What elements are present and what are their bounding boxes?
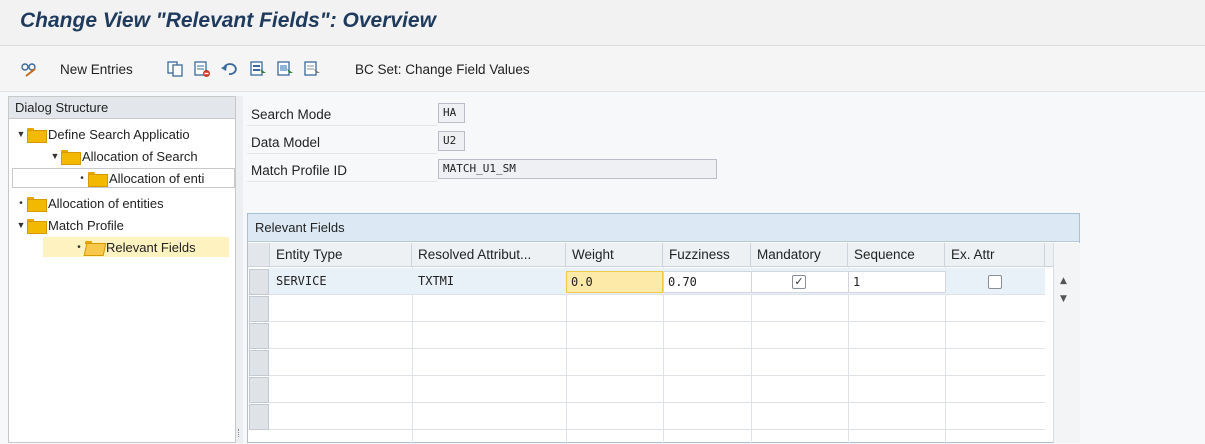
table-row: [269, 349, 1045, 376]
bc-set-label: BC Set: Change Field Values: [355, 61, 530, 77]
open-folder-icon: [85, 240, 103, 254]
table-row: [269, 295, 1045, 322]
delete-icon: [194, 61, 210, 77]
table-row: [269, 322, 1045, 349]
row-selector[interactable]: [249, 404, 269, 430]
expand-triangle-icon[interactable]: ▼: [15, 129, 27, 139]
search-mode-label: Search Mode: [247, 104, 437, 126]
row-selector[interactable]: [249, 296, 269, 322]
table-row: [269, 376, 1045, 403]
new-entries-button[interactable]: New Entries: [60, 59, 133, 79]
folder-icon: [27, 127, 47, 143]
sequence-input[interactable]: 1: [848, 271, 946, 293]
mandatory-checkbox[interactable]: ✓: [792, 275, 806, 289]
bc-set-change-values-button[interactable]: BC Set: Change Field Values: [355, 59, 530, 79]
column-header-fuzziness[interactable]: Fuzziness: [663, 243, 751, 267]
dialog-structure-header: Dialog Structure: [9, 97, 235, 119]
undo-button[interactable]: [220, 59, 238, 79]
select-all-button[interactable]: [249, 59, 267, 79]
search-mode-field[interactable]: HA: [438, 103, 465, 123]
glasses-edit-icon: [21, 63, 36, 77]
fuzziness-input[interactable]: 0.70: [663, 271, 752, 293]
row-selector[interactable]: [249, 350, 269, 376]
data-model-field[interactable]: U2: [438, 131, 465, 151]
folder-icon: [61, 149, 81, 165]
scroll-down-icon[interactable]: ▼: [1060, 294, 1067, 304]
column-header-entity-type[interactable]: Entity Type: [270, 243, 412, 267]
resolved-attribute-cell[interactable]: TXTMI: [414, 271, 564, 293]
select-block-icon: [277, 61, 293, 77]
select-all-icon: [250, 61, 266, 77]
panel-splitter[interactable]: [236, 96, 243, 443]
table-row: [269, 403, 1045, 430]
table-title: Relevant Fields: [248, 214, 1079, 242]
tree-item-define-search-application[interactable]: ▼ Define Search Applicatio: [15, 124, 235, 144]
select-block-button[interactable]: [276, 59, 294, 79]
expand-triangle-icon[interactable]: ▼: [49, 151, 61, 161]
column-header-resolved-attribute[interactable]: Resolved Attribut...: [412, 243, 566, 267]
folder-icon: [27, 196, 47, 212]
scroll-up-icon[interactable]: ▲: [1060, 276, 1067, 286]
bullet-icon: •: [19, 197, 23, 209]
column-header-sequence[interactable]: Sequence: [848, 243, 945, 267]
undo-icon: [221, 63, 237, 75]
tree-item-match-profile[interactable]: ▼ Match Profile: [15, 215, 235, 235]
bullet-icon: •: [80, 172, 84, 184]
page-title: Change View "Relevant Fields": Overview: [20, 9, 436, 32]
relevant-fields-table: Relevant Fields Entity Type Resolved Att…: [247, 213, 1080, 444]
tree-item-label: Allocation of entities: [48, 195, 164, 211]
tree-item-label: Match Profile: [48, 217, 124, 233]
weight-input[interactable]: 0.0: [566, 271, 663, 293]
entity-type-cell[interactable]: SERVICE: [272, 271, 410, 293]
row-selector[interactable]: [249, 269, 269, 295]
tree-item-relevant-fields[interactable]: • Relevant Fields: [43, 237, 229, 257]
dialog-structure-panel: Dialog Structure ▼ Define Search Applica…: [8, 96, 236, 443]
expand-triangle-icon[interactable]: ▼: [15, 220, 27, 230]
tree-item-allocation-of-enti[interactable]: • Allocation of enti: [12, 168, 235, 188]
bullet-icon: •: [77, 241, 81, 253]
delete-button[interactable]: [193, 59, 211, 79]
row-selector[interactable]: [249, 323, 269, 349]
new-entries-label: New Entries: [60, 61, 133, 77]
select-all-rows-header[interactable]: [248, 243, 270, 267]
folder-icon: [88, 171, 108, 187]
row-selector[interactable]: [249, 377, 269, 403]
application-toolbar: New Entries BC Set: Change Field Values: [0, 46, 1205, 92]
ex-attr-checkbox[interactable]: [988, 275, 1002, 289]
deselect-all-button[interactable]: [303, 59, 321, 79]
tree-item-allocation-of-entities[interactable]: • Allocation of entities: [15, 193, 235, 213]
folder-icon: [27, 218, 47, 234]
tree-item-label: Define Search Applicatio: [48, 126, 190, 142]
display-change-button[interactable]: [20, 59, 38, 79]
match-profile-id-label: Match Profile ID: [247, 160, 437, 182]
column-header-weight[interactable]: Weight: [566, 243, 663, 267]
table-vertical-scrollbar[interactable]: [1053, 243, 1080, 443]
data-model-label: Data Model: [247, 132, 437, 154]
tree-item-label: Allocation of Search: [82, 148, 198, 164]
tree-item-allocation-of-search[interactable]: ▼ Allocation of Search: [49, 146, 235, 166]
match-profile-id-field[interactable]: MATCH_U1_SM: [438, 159, 717, 179]
title-bar: Change View "Relevant Fields": Overview: [0, 0, 1205, 46]
copy-icon: [167, 61, 183, 77]
deselect-all-icon: [304, 61, 320, 77]
column-header-mandatory[interactable]: Mandatory: [751, 243, 848, 267]
tree-item-label: Relevant Fields: [106, 239, 196, 255]
copy-button[interactable]: [166, 59, 184, 79]
tree-item-label: Allocation of enti: [109, 170, 205, 186]
column-header-ex-attr[interactable]: Ex. Attr: [945, 243, 1045, 267]
